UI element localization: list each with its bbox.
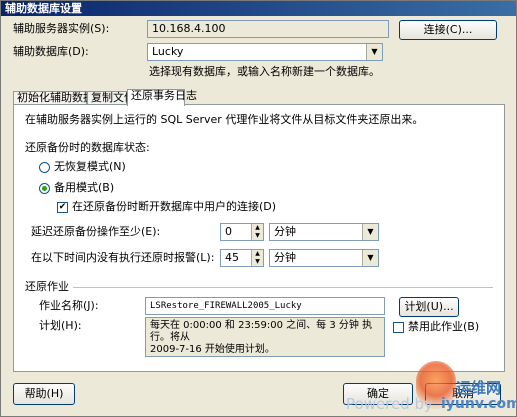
delay-value: 0 [225, 225, 232, 238]
chevron-down-icon[interactable]: ▼ [362, 250, 378, 266]
dialog-window: 辅助数据库设置 辅助服务器实例(S): 10.168.4.100 连接(C)..… [0, 0, 517, 417]
delay-unit-dropdown[interactable]: 分钟 ▼ [269, 223, 379, 241]
job-name-field[interactable]: LSRestore_FIREWALL2005_Lucky [145, 297, 385, 315]
delay-stepper[interactable]: 0 ▲ ▼ [220, 223, 264, 241]
disable-job-label: 禁用此作业(B) [408, 320, 480, 333]
disconnect-checkbox[interactable]: ✔ [57, 202, 68, 213]
restore-description: 在辅助服务器实例上运行的 SQL Server 代理作业将文件从目标文件夹还原出… [25, 113, 424, 126]
schedule-description: 每天在 0:00:00 和 23:59:00 之间、每 3 分钟 执行。将从 2… [145, 317, 385, 357]
standby-label: 备用模式(B) [54, 181, 115, 194]
alert-label: 在以下时间内没有执行还原时报警(L): [31, 251, 215, 264]
delay-label: 延迟还原备份操作至少(E): [31, 225, 161, 238]
spin-up-icon[interactable]: ▲ [252, 224, 263, 232]
tab-restore-log[interactable]: 还原事务日志 [127, 89, 197, 106]
schedule-label: 计划(H): [39, 319, 82, 332]
alert-value: 45 [225, 251, 239, 264]
norecovery-radio[interactable] [39, 162, 50, 173]
server-label: 辅助服务器实例(S): [13, 22, 110, 35]
watermark-site-name: 运维网 [456, 379, 502, 397]
alert-unit-dropdown[interactable]: 分钟 ▼ [269, 249, 379, 267]
database-value: Lucky [152, 45, 184, 58]
spin-down-icon[interactable]: ▼ [252, 232, 263, 240]
watermark-url: iyunv.com [441, 396, 517, 412]
database-dropdown[interactable]: Lucky ▼ [147, 43, 383, 61]
chevron-down-icon[interactable]: ▼ [362, 224, 378, 240]
help-button[interactable]: 帮助(H) [13, 383, 75, 405]
job-name-label: 作业名称(J): [39, 299, 99, 312]
standby-radio[interactable] [39, 183, 50, 194]
alert-spin[interactable]: ▲ ▼ [251, 250, 263, 266]
server-field: 10.168.4.100 [147, 20, 389, 38]
state-label: 还原备份时的数据库状态: [25, 141, 150, 154]
database-hint: 选择现有数据库，或输入名称新建一个数据库。 [149, 65, 380, 78]
tab-initialize[interactable]: 初始化辅助数据库 [13, 91, 105, 105]
chevron-down-icon[interactable]: ▼ [366, 44, 382, 60]
tab-copy-files[interactable]: 复制文件 [87, 91, 135, 105]
job-section-label: 还原作业 [25, 280, 69, 293]
schedule-button[interactable]: 计划(U)... [399, 297, 459, 317]
spin-up-icon[interactable]: ▲ [252, 250, 263, 258]
alert-unit-value: 分钟 [274, 251, 296, 264]
disable-job-checkbox[interactable] [393, 322, 404, 333]
spin-down-icon[interactable]: ▼ [252, 258, 263, 266]
job-section-divider [73, 287, 493, 288]
connect-button[interactable]: 连接(C)... [399, 20, 497, 40]
norecovery-label: 无恢复模式(N) [54, 160, 126, 173]
title-bar: 辅助数据库设置 [1, 1, 516, 16]
disconnect-label: 在还原备份时断开数据库中用户的连接(D) [72, 200, 277, 213]
database-label: 辅助数据库(D): [13, 45, 89, 58]
watermark-powered: Powered by [346, 395, 433, 413]
delay-spin[interactable]: ▲ ▼ [251, 224, 263, 240]
delay-unit-value: 分钟 [274, 225, 296, 238]
alert-stepper[interactable]: 45 ▲ ▼ [220, 249, 264, 267]
